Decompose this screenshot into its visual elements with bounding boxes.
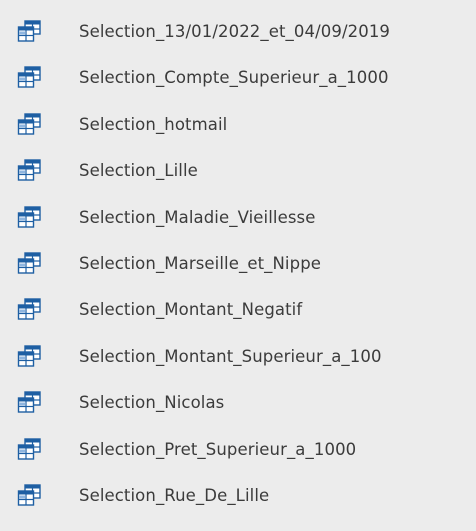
navigation-pane: Selection_13/01/2022_et_04/09/2019 Selec… [0,0,476,531]
query-list-item[interactable]: Selection_Nicolas [0,380,476,426]
query-datasheet-icon [17,205,42,229]
query-name-label: Selection_13/01/2022_et_04/09/2019 [79,22,391,41]
query-list-item[interactable]: Selection_Marseille_et_Nippe [0,241,476,287]
query-name-label: Selection_Montant_Negatif [79,300,303,320]
query-name-label: Selection_Marseille_et_Nippe [79,254,322,273]
query-name-label: Selection_Maladie_Vieillesse [79,207,316,227]
query-list-item[interactable]: Selection_Lille [0,148,476,194]
query-datasheet-icon [17,484,42,507]
query-name-label: Selection_Lille [79,161,198,181]
query-list-item[interactable]: Selection_Maladie_Vieillesse [0,195,476,241]
query-name-label: Selection_Rue_De_Lille [79,486,270,505]
query-name-label: Selection_Montant_Superieur_a_100 [79,346,382,366]
query-datasheet-icon [17,437,42,461]
query-list-item[interactable]: Selection_Montant_Superieur_a_100 [0,334,476,380]
query-name-label: Selection_Pret_Superieur_a_1000 [79,439,357,459]
query-datasheet-icon [17,391,42,414]
query-list-item[interactable]: Selection_13/01/2022_et_04/09/2019 [0,9,476,55]
query-datasheet-icon [17,298,42,321]
query-datasheet-icon [17,159,42,182]
query-name-label: Selection_hotmail [79,114,228,134]
query-name-label: Selection_Nicolas [79,393,225,413]
query-datasheet-icon [17,252,42,275]
query-datasheet-icon [17,345,42,368]
query-list-item[interactable]: Selection_Rue_De_Lille [0,473,476,519]
query-list-item[interactable]: Selection_Compte_Superieur_a_1000 [0,55,476,101]
query-datasheet-icon [17,20,42,43]
query-datasheet-icon [17,66,42,89]
query-list-item[interactable]: Selection_hotmail [0,102,476,148]
query-datasheet-icon [17,113,42,136]
query-name-label: Selection_Compte_Superieur_a_1000 [79,68,389,88]
query-list-item[interactable]: Selection_Pret_Superieur_a_1000 [0,427,476,473]
query-list-item[interactable]: Selection_Montant_Negatif [0,287,476,333]
